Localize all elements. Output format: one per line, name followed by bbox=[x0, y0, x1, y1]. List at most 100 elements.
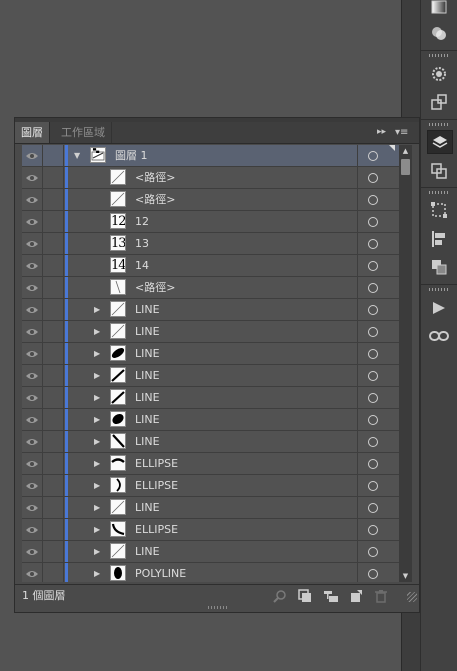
layer-item-row[interactable]: 13 13 bbox=[22, 233, 399, 255]
expand-arrow-icon[interactable]: ▶ bbox=[94, 541, 100, 562]
expand-arrow-icon[interactable]: ▶ bbox=[94, 387, 100, 408]
item-name[interactable]: ELLIPSE bbox=[135, 453, 178, 474]
item-name[interactable]: <路徑> bbox=[135, 189, 175, 210]
visibility-toggle[interactable] bbox=[22, 167, 43, 188]
item-name[interactable]: LINE bbox=[135, 541, 160, 562]
layer-item-row[interactable]: ▶ LINE bbox=[22, 343, 399, 365]
layer-item-row[interactable]: ▶ LINE bbox=[22, 431, 399, 453]
item-name[interactable]: 圖層 1 bbox=[115, 145, 148, 166]
layer-item-row[interactable]: ▶ LINE bbox=[22, 409, 399, 431]
target-circle-icon[interactable] bbox=[368, 437, 378, 447]
lock-toggle[interactable] bbox=[43, 387, 64, 408]
item-name[interactable]: 14 bbox=[135, 255, 149, 276]
item-name[interactable]: 12 bbox=[135, 211, 149, 232]
lock-toggle[interactable] bbox=[43, 497, 64, 518]
visibility-toggle[interactable] bbox=[22, 475, 43, 496]
item-name[interactable]: <路徑> bbox=[135, 277, 175, 298]
scroll-up-arrow-icon[interactable]: ▲ bbox=[399, 145, 412, 157]
layer-row[interactable]: ▼ ▀▄ 圖層 1 bbox=[22, 145, 399, 167]
scroll-down-arrow-icon[interactable]: ▼ bbox=[399, 570, 412, 582]
visibility-toggle[interactable] bbox=[22, 387, 43, 408]
lock-toggle[interactable] bbox=[43, 255, 64, 276]
target-circle-icon[interactable] bbox=[368, 349, 378, 359]
layers-scrollbar[interactable]: ▲ ▼ bbox=[399, 145, 412, 582]
graphic-styles-panel-icon[interactable] bbox=[427, 91, 451, 113]
target-circle-icon[interactable] bbox=[368, 525, 378, 535]
links-panel-icon[interactable] bbox=[427, 325, 451, 347]
layer-item-row[interactable]: ▶ LINE bbox=[22, 387, 399, 409]
expand-arrow-icon[interactable]: ▶ bbox=[94, 563, 100, 582]
expand-arrow-icon[interactable]: ▶ bbox=[94, 365, 100, 386]
visibility-toggle[interactable] bbox=[22, 431, 43, 452]
appearance-panel-icon[interactable] bbox=[427, 63, 451, 85]
target-circle-icon[interactable] bbox=[368, 283, 378, 293]
lock-toggle[interactable] bbox=[43, 189, 64, 210]
layer-item-row[interactable]: ▶ LINE bbox=[22, 299, 399, 321]
transparency-panel-icon[interactable] bbox=[427, 22, 451, 44]
artboards-panel-icon[interactable] bbox=[427, 160, 451, 182]
visibility-toggle[interactable] bbox=[22, 409, 43, 430]
item-name[interactable]: ELLIPSE bbox=[135, 519, 178, 540]
lock-toggle[interactable] bbox=[43, 519, 64, 540]
lock-toggle[interactable] bbox=[43, 343, 64, 364]
visibility-toggle[interactable] bbox=[22, 343, 43, 364]
expand-arrow-icon[interactable]: ▶ bbox=[94, 453, 100, 474]
target-circle-icon[interactable] bbox=[368, 239, 378, 249]
item-name[interactable]: LINE bbox=[135, 497, 160, 518]
lock-toggle[interactable] bbox=[43, 475, 64, 496]
align-panel-icon[interactable] bbox=[427, 228, 451, 250]
target-circle-icon[interactable] bbox=[368, 371, 378, 381]
visibility-toggle[interactable] bbox=[22, 519, 43, 540]
lock-toggle[interactable] bbox=[43, 541, 64, 562]
visibility-toggle[interactable] bbox=[22, 541, 43, 562]
item-name[interactable]: ELLIPSE bbox=[135, 475, 178, 496]
delete-selection-icon[interactable] bbox=[374, 589, 388, 603]
collapse-panel-button[interactable]: ▸▸ bbox=[377, 126, 391, 139]
target-circle-icon[interactable] bbox=[368, 217, 378, 227]
actions-panel-icon[interactable] bbox=[427, 297, 451, 319]
scroll-thumb[interactable] bbox=[401, 159, 410, 175]
item-name[interactable]: LINE bbox=[135, 365, 160, 386]
target-circle-icon[interactable] bbox=[368, 173, 378, 183]
target-circle-icon[interactable] bbox=[368, 151, 378, 161]
item-name[interactable]: LINE bbox=[135, 387, 160, 408]
expand-arrow-icon[interactable]: ▶ bbox=[94, 321, 100, 342]
lock-toggle[interactable] bbox=[43, 211, 64, 232]
create-sublayer-icon[interactable] bbox=[323, 589, 338, 603]
item-name[interactable]: POLYLINE bbox=[135, 563, 186, 582]
item-name[interactable]: LINE bbox=[135, 431, 160, 452]
visibility-toggle[interactable] bbox=[22, 497, 43, 518]
visibility-toggle[interactable] bbox=[22, 255, 43, 276]
panel-menu-button[interactable]: ▾≡ bbox=[395, 126, 413, 139]
visibility-toggle[interactable] bbox=[22, 299, 43, 320]
create-new-layer-icon[interactable] bbox=[349, 589, 363, 603]
target-circle-icon[interactable] bbox=[368, 305, 378, 315]
collapse-arrow-icon[interactable]: ▼ bbox=[74, 145, 80, 166]
layer-item-row[interactable]: ▶ ELLIPSE bbox=[22, 519, 399, 541]
visibility-toggle[interactable] bbox=[22, 365, 43, 386]
visibility-toggle[interactable] bbox=[22, 563, 43, 582]
tab-layers[interactable]: 圖層 bbox=[15, 122, 50, 143]
visibility-toggle[interactable] bbox=[22, 453, 43, 474]
make-clipping-mask-icon[interactable] bbox=[298, 589, 312, 603]
target-circle-icon[interactable] bbox=[368, 195, 378, 205]
tab-artboards[interactable]: 工作區域 bbox=[55, 122, 112, 143]
item-name[interactable]: <路徑> bbox=[135, 167, 175, 188]
gradient-panel-icon[interactable] bbox=[427, 0, 451, 18]
visibility-toggle[interactable] bbox=[22, 321, 43, 342]
target-circle-icon[interactable] bbox=[368, 569, 378, 579]
visibility-toggle[interactable] bbox=[22, 233, 43, 254]
lock-toggle[interactable] bbox=[43, 365, 64, 386]
layer-item-row[interactable]: ▶ LINE bbox=[22, 321, 399, 343]
lock-toggle[interactable] bbox=[43, 409, 64, 430]
lock-toggle[interactable] bbox=[43, 233, 64, 254]
target-circle-icon[interactable] bbox=[368, 547, 378, 557]
expand-arrow-icon[interactable]: ▶ bbox=[94, 497, 100, 518]
expand-arrow-icon[interactable]: ▶ bbox=[94, 475, 100, 496]
layers-panel-icon[interactable] bbox=[427, 130, 453, 154]
layer-item-row[interactable]: ▶ LINE bbox=[22, 497, 399, 519]
target-circle-icon[interactable] bbox=[368, 393, 378, 403]
panel-bottom-grip[interactable] bbox=[208, 606, 228, 609]
layer-item-row[interactable]: <路徑> bbox=[22, 167, 399, 189]
visibility-toggle[interactable] bbox=[22, 277, 43, 298]
